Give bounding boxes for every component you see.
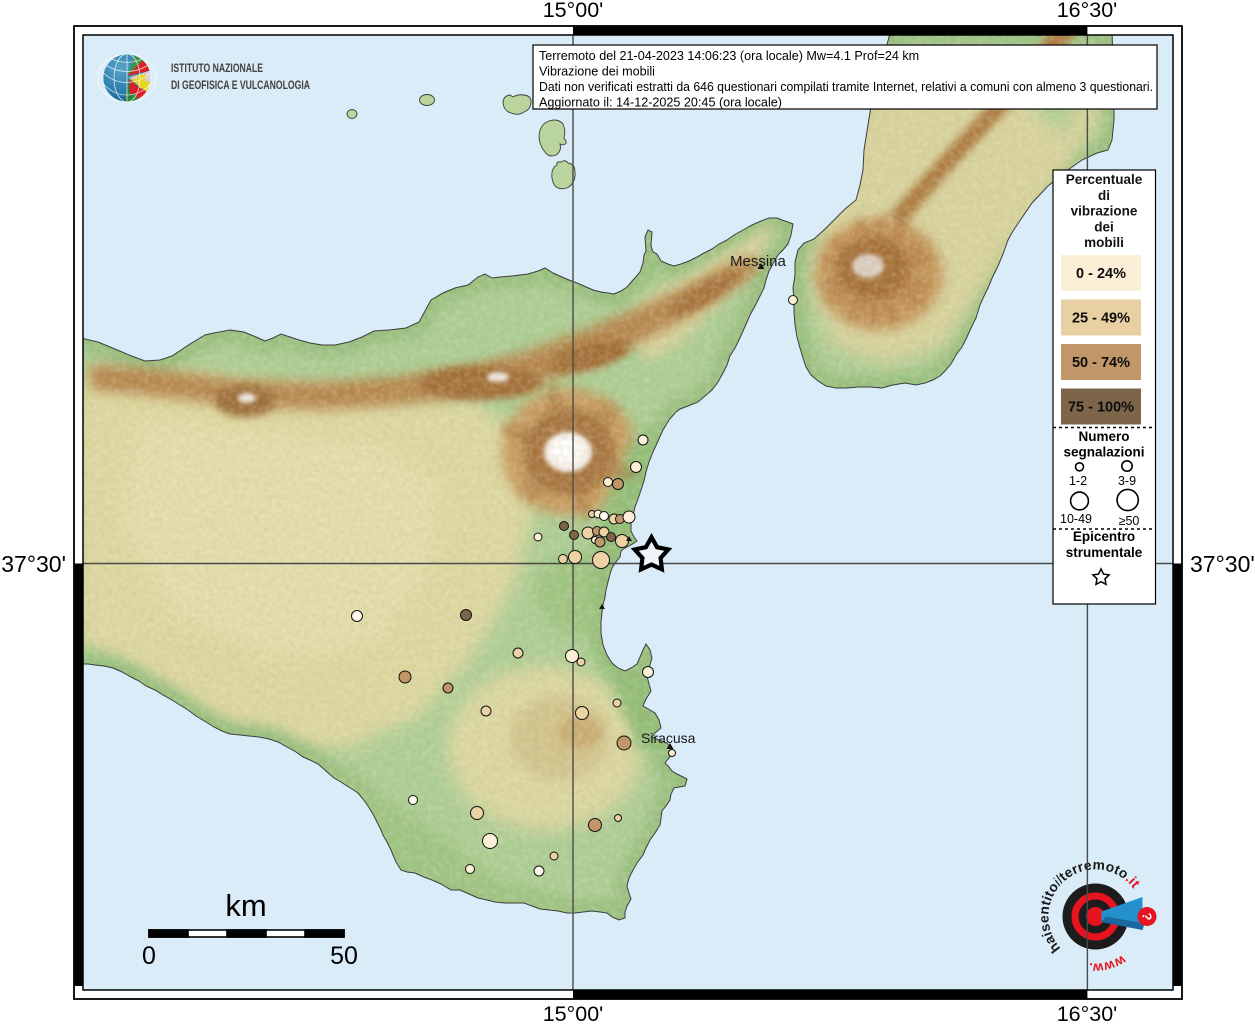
svg-text:strumentale: strumentale [1066, 545, 1143, 560]
svg-text:Epicentro: Epicentro [1073, 529, 1135, 544]
svg-text:16°30': 16°30' [1057, 0, 1118, 22]
svg-text:≥50: ≥50 [1119, 514, 1140, 528]
svg-text:DI GEOFISICA E VULCANOLOGIA: DI GEOFISICA E VULCANOLOGIA [171, 79, 310, 93]
svg-text:50 - 74%: 50 - 74% [1072, 355, 1130, 371]
svg-text:Percentuale: Percentuale [1066, 172, 1143, 187]
svg-text:16°30': 16°30' [1057, 1002, 1118, 1024]
svg-text:Siracusa: Siracusa [641, 730, 696, 746]
svg-text:dei: dei [1094, 219, 1114, 234]
svg-text:25 - 49%: 25 - 49% [1072, 311, 1130, 327]
svg-text:Vibrazione dei mobili: Vibrazione dei mobili [539, 65, 655, 79]
svg-text:Terremoto del 21-04-2023 14:06: Terremoto del 21-04-2023 14:06:23 (ora l… [539, 49, 919, 63]
svg-text:?: ? [1140, 913, 1155, 921]
svg-text:1-2: 1-2 [1069, 474, 1087, 488]
svg-text:15°00': 15°00' [543, 0, 604, 22]
svg-text:vibrazione: vibrazione [1071, 204, 1138, 219]
svg-text:mobili: mobili [1084, 235, 1124, 250]
svg-text:37°30': 37°30' [1, 551, 66, 577]
svg-text:Aggiornato il: 14-12-2025 20:4: Aggiornato il: 14-12-2025 20:45 (ora loc… [539, 96, 782, 110]
svg-text:Dati non verificati estratti d: Dati non verificati estratti da 646 ques… [539, 80, 1153, 94]
svg-text:segnalazioni: segnalazioni [1063, 445, 1144, 460]
svg-text:15°00': 15°00' [543, 1002, 604, 1024]
svg-text:3-9: 3-9 [1118, 474, 1136, 488]
svg-text:10-49: 10-49 [1060, 512, 1092, 526]
svg-text:Numero: Numero [1078, 429, 1129, 444]
svg-text:Messina: Messina [730, 253, 787, 270]
svg-text:0 - 24%: 0 - 24% [1076, 266, 1126, 282]
svg-text:37°30': 37°30' [1190, 551, 1255, 577]
svg-text:di: di [1098, 188, 1110, 203]
svg-text:0: 0 [142, 942, 156, 970]
svg-text:75 - 100%: 75 - 100% [1068, 400, 1134, 416]
svg-text:ISTITUTO NAZIONALE: ISTITUTO NAZIONALE [171, 62, 263, 76]
svg-text:km: km [225, 888, 266, 923]
svg-text:50: 50 [330, 942, 358, 970]
